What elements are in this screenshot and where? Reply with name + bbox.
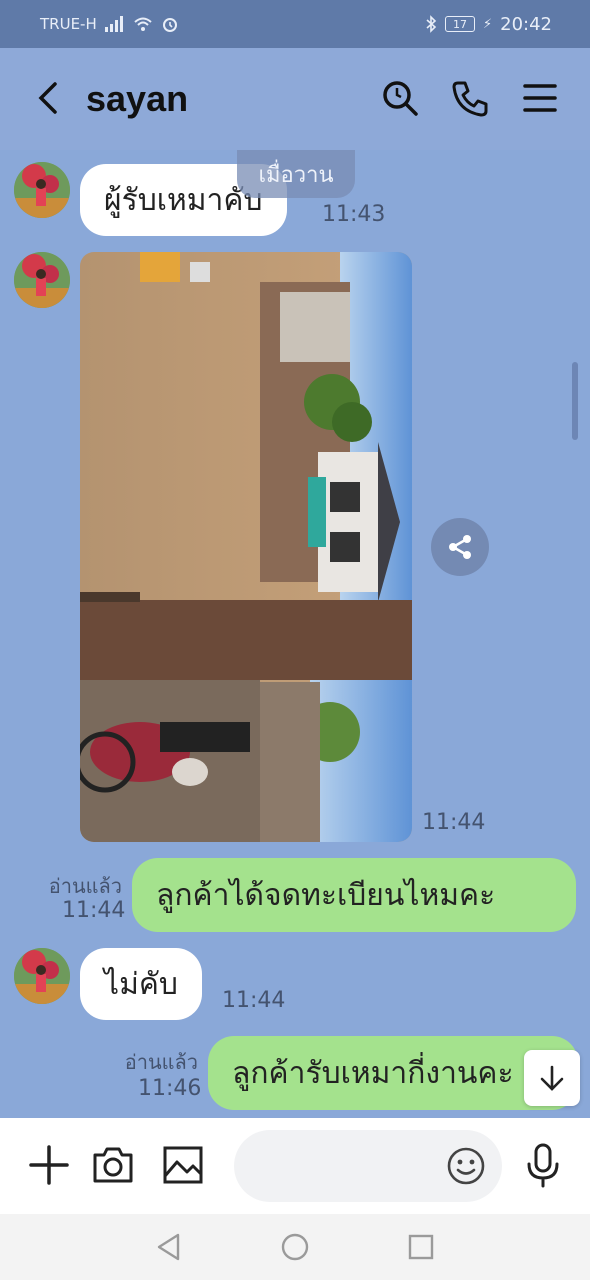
chat-area[interactable]: ผู้รับเหมาคับ เมื่อวาน 11:43 11:44 อ่านแ… — [0, 150, 590, 1118]
message-text: ลูกค้ารับเหมากี่งานคะ — [232, 1055, 514, 1091]
emoji-icon[interactable] — [446, 1146, 486, 1186]
nav-back-icon[interactable] — [154, 1232, 184, 1262]
search-icon[interactable] — [380, 78, 420, 118]
share-button[interactable] — [431, 518, 489, 576]
avatar[interactable] — [14, 162, 70, 218]
charging-icon: ⚡ — [482, 16, 493, 32]
message-time: 11:44 — [422, 810, 486, 835]
phone-icon[interactable] — [450, 78, 490, 118]
back-icon[interactable] — [30, 78, 70, 118]
message-input-bar — [0, 1118, 590, 1214]
menu-icon[interactable] — [520, 78, 560, 118]
message-text: ลูกค้าได้จดทะเบียนไหมคะ — [156, 877, 496, 913]
system-nav-bar — [0, 1214, 590, 1280]
alarm-icon — [162, 18, 177, 32]
message-time: 11:46 — [138, 1076, 202, 1101]
message-bubble-outgoing[interactable]: ลูกค้ารับเหมากี่งานคะ — [208, 1036, 578, 1110]
carrier-label: TRUE-H — [40, 15, 97, 33]
avatar[interactable] — [14, 948, 70, 1004]
camera-icon[interactable] — [90, 1142, 136, 1188]
avatar[interactable] — [14, 252, 70, 308]
message-bubble-outgoing[interactable]: ลูกค้าได้จดทะเบียนไหมคะ — [132, 858, 576, 932]
nav-recents-icon[interactable] — [406, 1232, 436, 1262]
clock: 20:42 — [500, 13, 552, 35]
date-chip: เมื่อวาน — [237, 150, 355, 198]
battery-indicator: 17 — [444, 16, 475, 32]
chat-header: sayan — [0, 48, 590, 150]
scrollbar[interactable] — [572, 362, 578, 440]
bluetooth-icon — [426, 15, 437, 33]
message-text: ไม่คับ — [104, 966, 178, 1002]
share-icon — [449, 535, 471, 559]
wifi-icon — [134, 17, 152, 31]
arrow-down-icon — [540, 1065, 564, 1091]
photo-message[interactable] — [80, 252, 412, 842]
chat-title: sayan — [86, 78, 189, 119]
nav-home-icon[interactable] — [280, 1232, 310, 1262]
mic-icon[interactable] — [520, 1142, 566, 1188]
read-receipt: อ่านแล้ว — [124, 1050, 198, 1074]
message-bubble-incoming[interactable]: ไม่คับ — [80, 948, 202, 1020]
message-time: 11:44 — [62, 898, 126, 923]
signal-icon — [104, 16, 123, 32]
status-bar: TRUE-H 17 ⚡ 20:42 — [0, 0, 590, 48]
message-time: 11:43 — [322, 202, 386, 227]
message-time: 11:44 — [222, 988, 286, 1013]
scroll-to-bottom-button[interactable] — [524, 1050, 580, 1106]
image-icon[interactable] — [160, 1142, 206, 1188]
plus-icon[interactable] — [26, 1142, 72, 1188]
